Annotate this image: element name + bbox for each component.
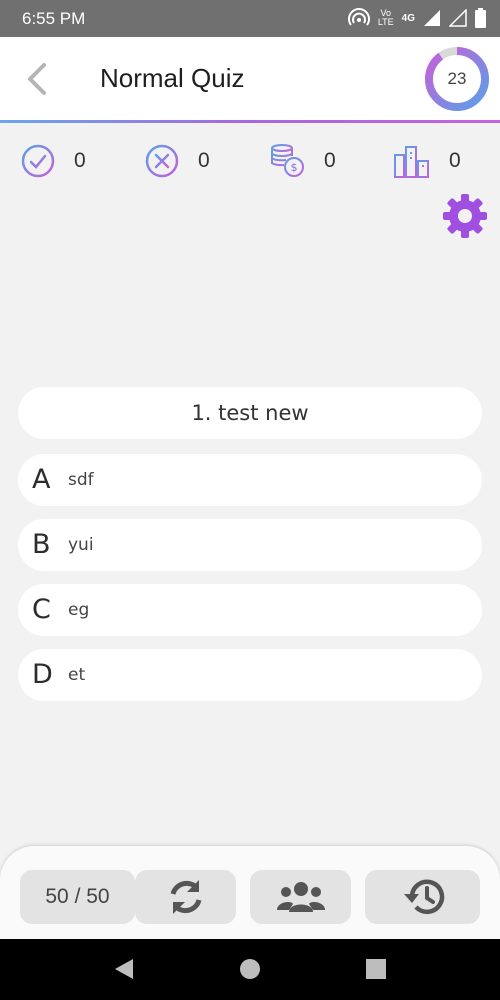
stats-row: 0 0 $ 0 0	[0, 140, 500, 182]
nav-home-icon[interactable]	[239, 958, 261, 980]
status-icons: Vo LTE 4G	[347, 6, 486, 30]
skip-question-button[interactable]	[135, 870, 236, 924]
coins-count: 0	[324, 149, 336, 172]
coins-stat: $ 0	[270, 140, 336, 182]
option-letter: B	[32, 529, 51, 560]
page-title: Normal Quiz	[100, 63, 245, 93]
wrong-count-stat: 0	[144, 140, 210, 182]
option-b[interactable]: B yui	[18, 519, 482, 571]
battery-icon	[475, 8, 486, 28]
signal-icon	[424, 10, 440, 26]
question-card: 1. test new	[18, 387, 482, 439]
signal-empty-icon	[449, 9, 467, 27]
cross-circle-icon	[145, 144, 179, 178]
refresh-icon	[170, 880, 201, 914]
option-letter: A	[32, 464, 51, 495]
audience-poll-button[interactable]	[250, 870, 351, 924]
fifty-fifty-label: 50 / 50	[45, 885, 110, 908]
volte-icon: Vo LTE	[377, 8, 394, 27]
system-nav-bar	[0, 939, 500, 1000]
option-text: eg	[68, 600, 90, 620]
correct-count: 0	[74, 149, 86, 172]
option-text: et	[68, 665, 86, 685]
score-stat: 0	[393, 140, 461, 182]
option-text: sdf	[68, 470, 94, 490]
fifty-fifty-button[interactable]: 50 / 50	[20, 870, 135, 924]
reset-timer-button[interactable]	[365, 870, 480, 924]
check-circle-icon	[21, 144, 55, 178]
option-letter: D	[32, 659, 53, 690]
nav-back-icon[interactable]	[113, 958, 135, 980]
status-time: 6:55 PM	[22, 9, 86, 28]
header-divider	[0, 120, 500, 123]
wrong-count: 0	[198, 149, 210, 172]
app-header: Normal Quiz 23	[0, 37, 500, 120]
hotspot-icon	[347, 8, 370, 26]
nav-recents-icon[interactable]	[365, 958, 387, 980]
settings-gear-icon[interactable]	[441, 192, 489, 240]
option-letter: C	[32, 594, 51, 625]
lifeline-toolbar: 50 / 50	[0, 846, 500, 939]
option-d[interactable]: D et	[18, 649, 482, 701]
users-group-icon	[276, 882, 325, 912]
svg-text:$: $	[291, 161, 298, 174]
back-arrow-icon[interactable]	[20, 61, 56, 97]
coins-icon: $	[271, 144, 304, 177]
history-icon	[403, 879, 444, 915]
correct-count-stat: 0	[20, 140, 86, 182]
option-a[interactable]: A sdf	[18, 454, 482, 506]
leaderboard-icon	[394, 146, 429, 178]
score-count: 0	[449, 149, 461, 172]
option-text: yui	[68, 535, 94, 555]
option-c[interactable]: C eg	[18, 584, 482, 636]
network-type-label: 4G	[401, 12, 415, 24]
countdown-timer: 23	[423, 45, 491, 113]
status-bar: 6:55 PM Vo LTE 4G	[0, 0, 500, 37]
timer-value: 23	[447, 69, 467, 88]
